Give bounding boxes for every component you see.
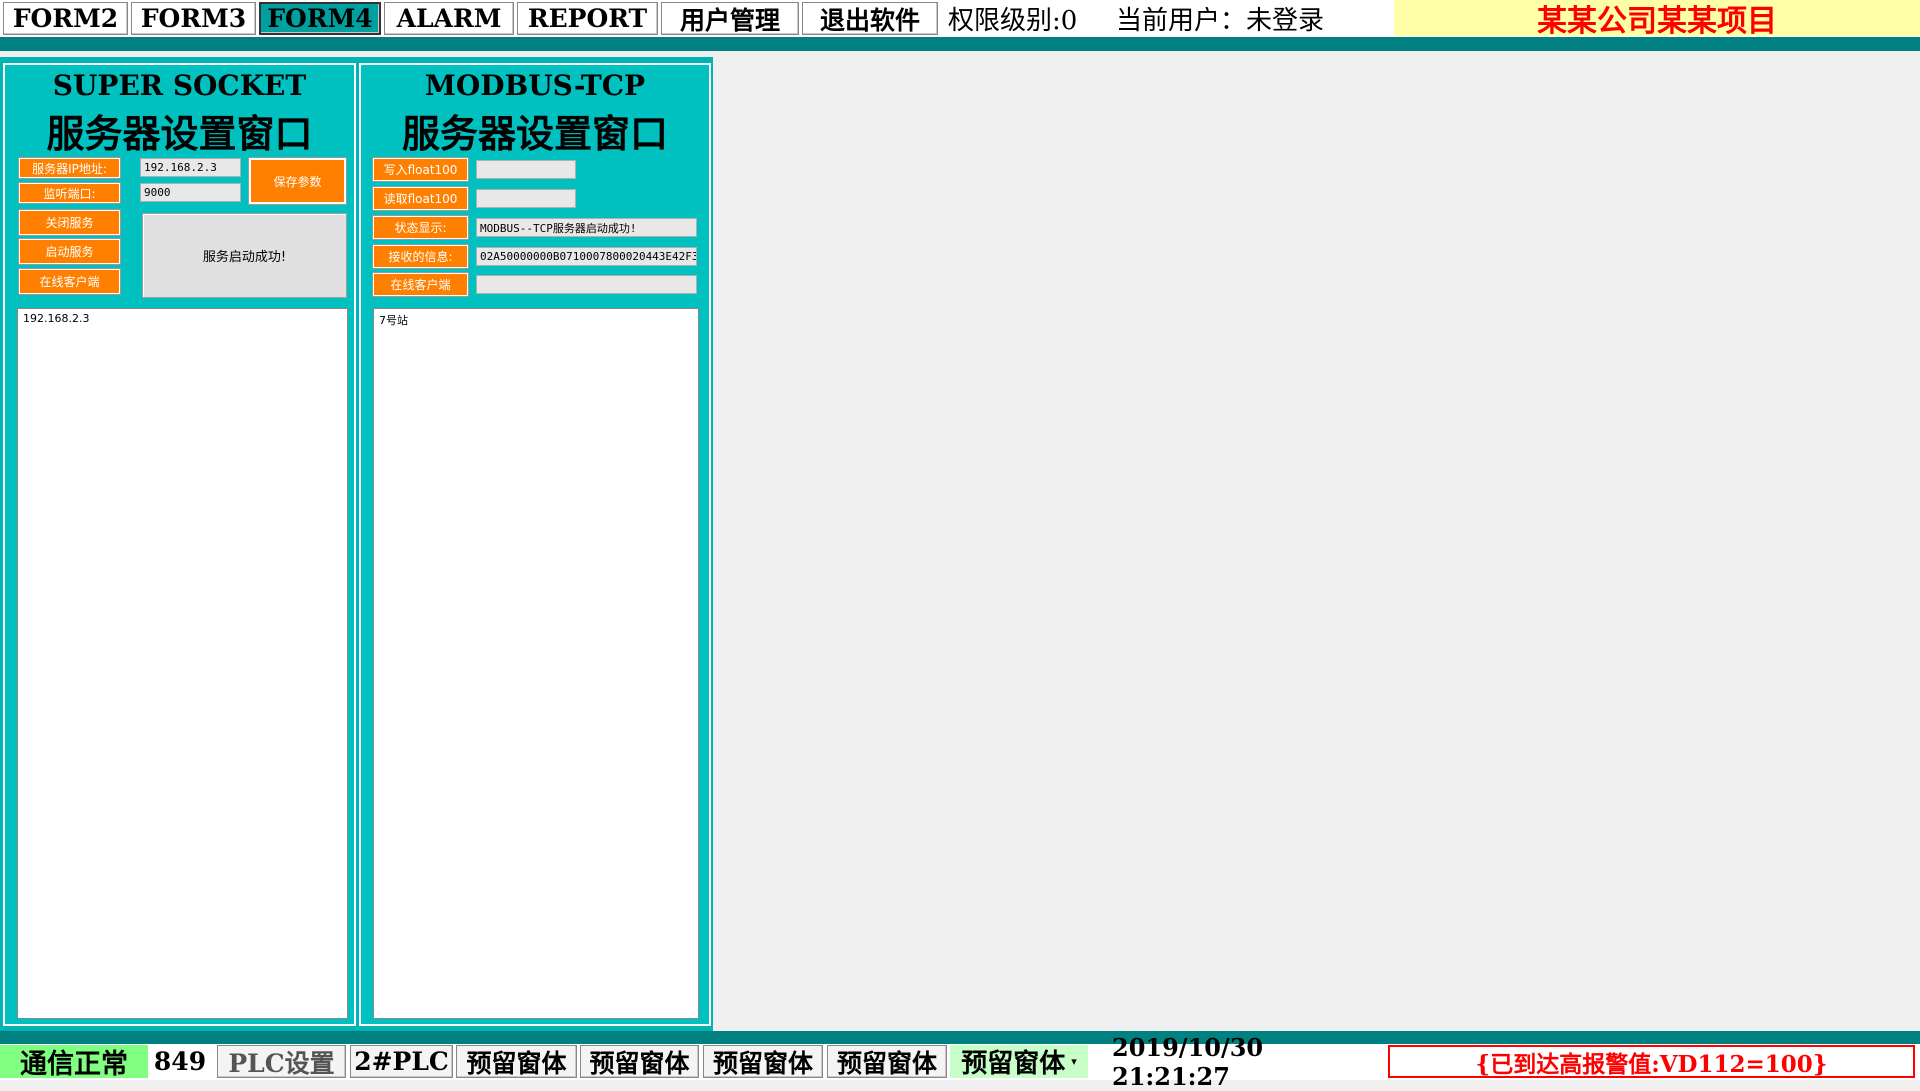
current-user: 当前用户：未登录 xyxy=(1116,5,1325,36)
service-status-display: 服务启动成功! xyxy=(142,213,347,298)
received-info-field: 02A50000000B0710007800020443E42F3B xyxy=(476,247,697,266)
plc-settings-button[interactable]: PLC设置 xyxy=(217,1045,346,1078)
modbus-subtitle: 服务器设置窗口 xyxy=(401,111,668,156)
stop-service-button[interactable]: 关闭服务 xyxy=(19,210,120,235)
nav-form4-button[interactable]: FORM4 xyxy=(259,2,381,35)
received-info-label: 接收的信息: xyxy=(373,245,468,268)
nav-form3-button[interactable]: FORM3 xyxy=(131,2,256,35)
server-ip-field[interactable]: 192.168.2.3 xyxy=(140,158,241,177)
alarm-message: {已到达高报警值:VD112=100} xyxy=(1388,1045,1915,1078)
client-list-box[interactable]: 192.168.2.3 xyxy=(17,308,348,1019)
read-float-label[interactable]: 读取float100 xyxy=(373,187,468,210)
online-clients-field xyxy=(476,275,697,294)
online-clients-label[interactable]: 在线客户端 xyxy=(373,273,468,296)
reserved-form-button-1[interactable]: 预留窗体 xyxy=(456,1045,577,1078)
super-socket-subtitle: 服务器设置窗口 xyxy=(46,111,313,156)
modbus-tcp-panel: MODBUS-TCP 服务器设置窗口 写入float100 读取float100… xyxy=(359,63,711,1026)
station-list-box[interactable]: 7号站 xyxy=(373,308,699,1019)
nav-form2-button[interactable]: FORM2 xyxy=(3,2,128,35)
reserved-form-button-2[interactable]: 预留窗体 xyxy=(580,1045,699,1078)
chevron-down-icon[interactable]: ▾ xyxy=(1071,1055,1077,1068)
online-clients-button[interactable]: 在线客户端 xyxy=(19,269,120,294)
reserved-form-select[interactable]: 预留窗体 ▾ xyxy=(950,1045,1088,1079)
nav-report-button[interactable]: REPORT xyxy=(517,2,658,35)
write-float-field[interactable] xyxy=(476,160,576,179)
company-title: 某某公司某某项目 xyxy=(1394,0,1920,39)
list-item[interactable]: 192.168.2.3 xyxy=(23,312,342,325)
listen-port-field[interactable]: 9000 xyxy=(140,183,241,202)
datetime-display: 2019/10/30 21:21:27 xyxy=(1112,1032,1264,1091)
write-float-label[interactable]: 写入float100 xyxy=(373,158,468,181)
list-item[interactable]: 7号站 xyxy=(379,312,693,328)
super-socket-title: SUPER SOCKET xyxy=(52,69,307,102)
listen-port-label: 监听端口: xyxy=(19,183,120,203)
reserved-form-button-3[interactable]: 预留窗体 xyxy=(703,1045,823,1078)
reserved-form-select-label: 预留窗体 xyxy=(961,1049,1066,1079)
save-params-button[interactable]: 保存参数 xyxy=(249,158,346,204)
status-display-label: 状态显示: xyxy=(373,216,468,239)
modbus-title: MODBUS-TCP xyxy=(424,69,646,102)
comm-count: 849 xyxy=(153,1047,207,1076)
permission-level: 权限级别:0 xyxy=(948,5,1078,36)
header-divider xyxy=(0,37,1920,51)
reserved-form-button-4[interactable]: 预留窗体 xyxy=(827,1045,947,1078)
comm-status-indicator: 通信正常 xyxy=(0,1045,148,1080)
read-float-field[interactable] xyxy=(476,189,576,208)
super-socket-panel: SUPER SOCKET 服务器设置窗口 服务器IP地址: 192.168.2.… xyxy=(3,63,356,1026)
nav-exit-button[interactable]: 退出软件 xyxy=(802,2,938,35)
status-display-field: MODBUS--TCP服务器启动成功! xyxy=(476,218,697,237)
footer-divider xyxy=(0,1031,1920,1044)
server-ip-label: 服务器IP地址: xyxy=(19,158,120,178)
start-service-button[interactable]: 启动服务 xyxy=(19,239,120,264)
nav-user-management-button[interactable]: 用户管理 xyxy=(661,2,799,35)
nav-alarm-button[interactable]: ALARM xyxy=(384,2,514,35)
plc2-button[interactable]: 2#PLC xyxy=(350,1045,453,1078)
